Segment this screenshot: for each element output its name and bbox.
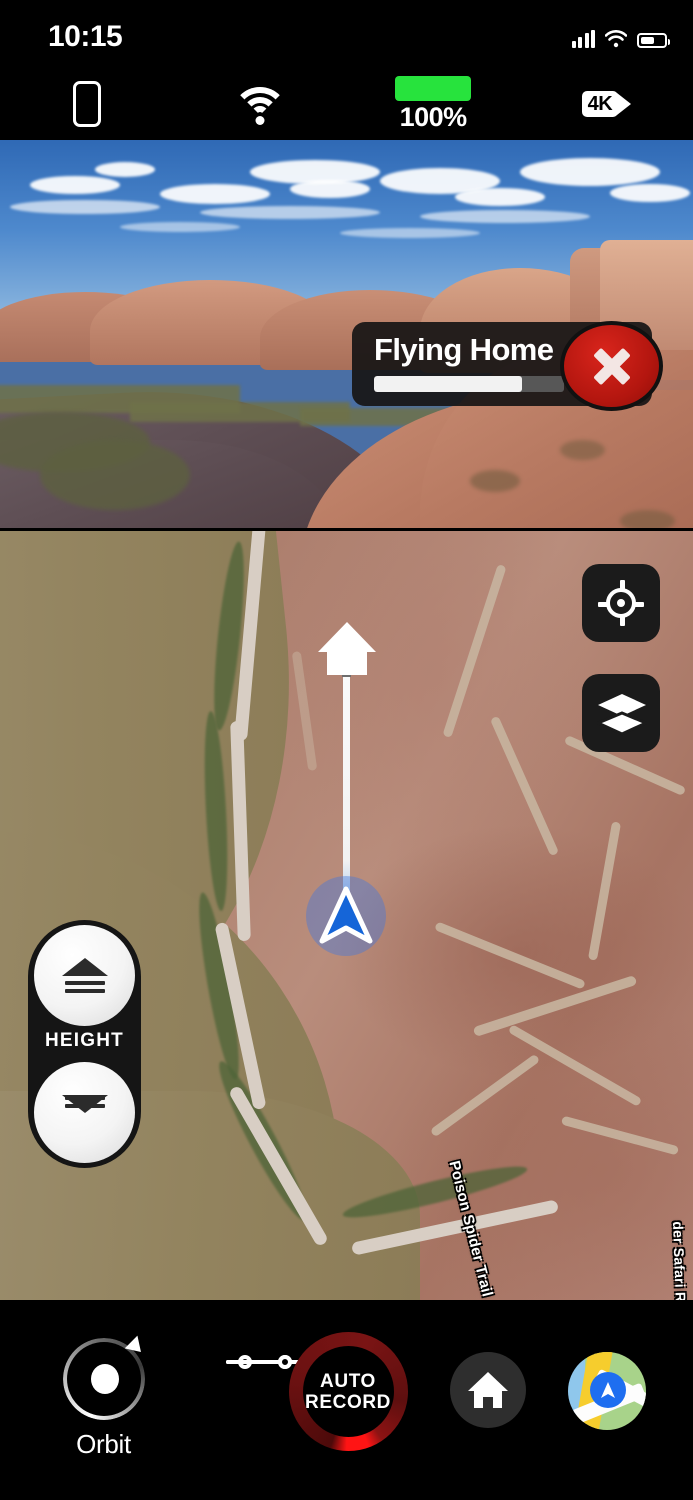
- height-up-button[interactable]: [34, 925, 135, 1026]
- cancel-flying-home-button[interactable]: [560, 321, 663, 411]
- flight-path-line: [343, 665, 350, 910]
- map-view[interactable]: Poison Spider Trail Poison Spider Safari…: [0, 531, 693, 1300]
- status-bar-clock: 10:15: [48, 20, 123, 53]
- telemetry-resolution: 4K: [520, 91, 693, 117]
- telemetry-signal: [173, 83, 346, 125]
- open-maps-button[interactable]: [568, 1352, 646, 1430]
- drone-position-arrow[interactable]: [317, 885, 375, 947]
- map-label-safari-rte-edge: der Safari R: [670, 1221, 689, 1300]
- phone-icon: [72, 81, 101, 127]
- flying-home-progress-fill: [374, 376, 523, 392]
- telemetry-bar: 100% 4K: [0, 68, 693, 140]
- telemetry-phone: [0, 81, 173, 127]
- ascend-icon: [61, 957, 108, 994]
- height-control-label: HEIGHT: [45, 1030, 124, 1051]
- map-layers-icon: [594, 692, 650, 736]
- height-down-button[interactable]: [34, 1062, 135, 1163]
- flying-home-progress-track: [374, 376, 564, 392]
- map-layers-button[interactable]: [582, 674, 660, 752]
- auto-record-line1: AUTO: [320, 1370, 376, 1392]
- video-camera-icon: 4K: [581, 91, 632, 117]
- home-marker-body: [327, 650, 367, 675]
- map-recenter-button[interactable]: [582, 564, 660, 642]
- home-point-marker[interactable]: [318, 622, 376, 677]
- bottom-control-bar: Orbit AUTO RECORD: [0, 1300, 693, 1500]
- telemetry-battery: 100%: [347, 75, 520, 133]
- recenter-crosshair-icon: [598, 580, 644, 626]
- home-marker-roof: [318, 622, 376, 652]
- auto-record-button[interactable]: AUTO RECORD: [288, 1332, 408, 1451]
- height-control: HEIGHT: [28, 920, 141, 1168]
- status-bar: 10:15: [0, 0, 693, 68]
- record-ring-icon: AUTO RECORD: [288, 1332, 408, 1451]
- descend-icon: [61, 1094, 108, 1131]
- home-icon: [468, 1372, 508, 1408]
- wifi-icon: [604, 30, 628, 48]
- drone-battery-icon: [395, 75, 472, 101]
- maps-app-icon: [568, 1352, 646, 1430]
- wifi-signal-icon: [231, 83, 289, 125]
- return-home-button[interactable]: [450, 1352, 526, 1428]
- cellular-bars-icon: [571, 30, 595, 48]
- orbit-mode-button[interactable]: Orbit: [51, 1335, 156, 1460]
- orbit-label: Orbit: [76, 1429, 131, 1459]
- status-bar-indicators: [571, 26, 670, 48]
- resolution-label: 4K: [581, 91, 619, 117]
- close-x-icon: [589, 343, 635, 389]
- auto-record-line2: RECORD: [305, 1391, 391, 1413]
- drone-camera-feed[interactable]: Flying Home: [0, 140, 693, 528]
- drone-controller-app: 10:15 100% 4K Flying Home Poison Spider …: [0, 0, 693, 1500]
- battery-icon: [637, 33, 670, 48]
- drone-battery-label: 100%: [399, 101, 468, 132]
- orbit-icon: [62, 1335, 147, 1420]
